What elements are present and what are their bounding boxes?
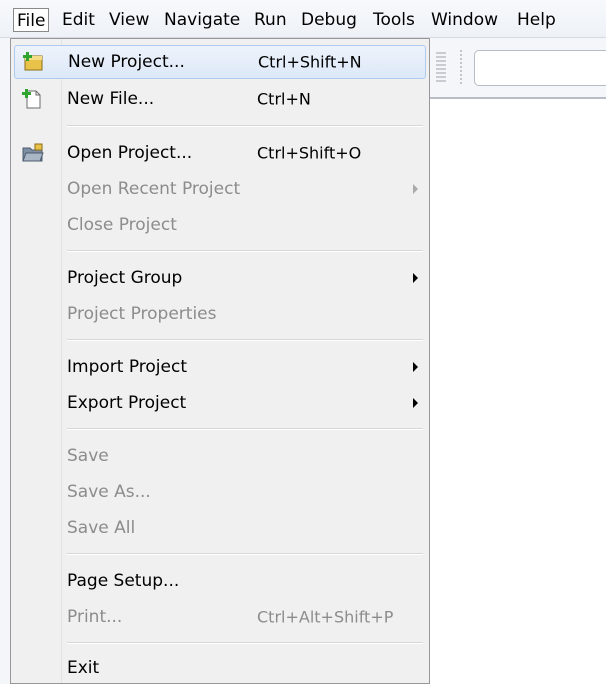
menu-item-shortcut: Ctrl+Alt+Shift+P xyxy=(257,607,394,627)
menu-item-save-all[interactable]: Save All xyxy=(14,511,426,545)
menu-item-import-project[interactable]: Import Project xyxy=(14,350,426,384)
menu-item-shortcut: Ctrl+N xyxy=(257,89,311,109)
menu-item-label: Close Project xyxy=(67,215,177,235)
new-file-icon xyxy=(22,89,44,109)
submenu-arrow-icon xyxy=(413,362,418,372)
menu-item-label: Export Project xyxy=(67,393,187,413)
submenu-arrow-icon xyxy=(413,398,418,408)
open-project-icon xyxy=(22,143,44,163)
menu-item-open-project[interactable]: Open Project... Ctrl+Shift+O xyxy=(14,136,426,170)
menu-item-save-as[interactable]: Save As... xyxy=(14,475,426,509)
menu-item-project-properties[interactable]: Project Properties xyxy=(14,297,426,331)
toolbar-separator xyxy=(460,50,462,84)
menu-run[interactable]: Run xyxy=(251,8,290,32)
file-menu-dropdown: New Project... Ctrl+Shift+N New File... … xyxy=(10,38,430,684)
submenu-arrow-icon xyxy=(413,184,418,194)
menu-item-label: Import Project xyxy=(67,357,187,377)
menu-item-shortcut: Ctrl+Shift+O xyxy=(257,143,362,163)
menu-item-label: Open Project... xyxy=(67,143,193,163)
menu-item-label: New File... xyxy=(67,89,155,109)
menu-navigate[interactable]: Navigate xyxy=(161,8,243,32)
menu-item-label: New Project... xyxy=(68,52,185,72)
menu-item-open-recent-project[interactable]: Open Recent Project xyxy=(14,172,426,206)
menu-item-label: Save xyxy=(67,446,109,466)
menu-separator xyxy=(67,428,423,430)
menu-item-save[interactable]: Save xyxy=(14,439,426,473)
menu-item-new-project[interactable]: New Project... Ctrl+Shift+N xyxy=(14,45,426,79)
menu-bar: File Edit View Navigate Run Debug Tools … xyxy=(0,0,606,38)
menu-item-new-file[interactable]: New File... Ctrl+N xyxy=(14,82,426,116)
menu-tools[interactable]: Tools xyxy=(370,8,418,32)
menu-item-project-group[interactable]: Project Group xyxy=(14,261,426,295)
menu-item-label: Open Recent Project xyxy=(67,179,241,199)
menu-edit[interactable]: Edit xyxy=(59,8,98,32)
menu-file[interactable]: File xyxy=(13,8,50,32)
menu-item-shortcut: Ctrl+Shift+N xyxy=(258,52,362,72)
editor-top-border xyxy=(430,97,606,99)
menu-item-label: Exit xyxy=(67,658,100,678)
menu-item-label: Save All xyxy=(67,518,136,538)
menu-item-exit[interactable]: Exit xyxy=(14,651,426,685)
menu-item-label: Project Properties xyxy=(67,304,217,324)
toolbar-search-field[interactable] xyxy=(474,50,606,86)
menu-view[interactable]: View xyxy=(106,8,152,32)
menu-separator xyxy=(67,339,423,341)
menu-debug[interactable]: Debug xyxy=(298,8,360,32)
new-project-icon xyxy=(23,52,45,72)
menu-separator xyxy=(67,250,423,252)
menu-item-label: Save As... xyxy=(67,482,151,502)
submenu-arrow-icon xyxy=(413,273,418,283)
menu-item-print[interactable]: Print... Ctrl+Alt+Shift+P xyxy=(14,600,426,634)
toolbar-grip-handle[interactable] xyxy=(436,52,446,82)
menu-window[interactable]: Window xyxy=(428,8,501,32)
menu-separator xyxy=(67,553,423,555)
menu-item-label: Print... xyxy=(67,607,123,627)
menu-item-label: Page Setup... xyxy=(67,571,180,591)
menu-separator xyxy=(67,642,423,644)
menu-item-label: Project Group xyxy=(67,268,183,288)
menu-item-export-project[interactable]: Export Project xyxy=(14,386,426,420)
menu-item-page-setup[interactable]: Page Setup... xyxy=(14,564,426,598)
menu-separator xyxy=(67,125,423,127)
menu-help[interactable]: Help xyxy=(514,8,559,32)
menu-item-close-project[interactable]: Close Project xyxy=(14,208,426,242)
